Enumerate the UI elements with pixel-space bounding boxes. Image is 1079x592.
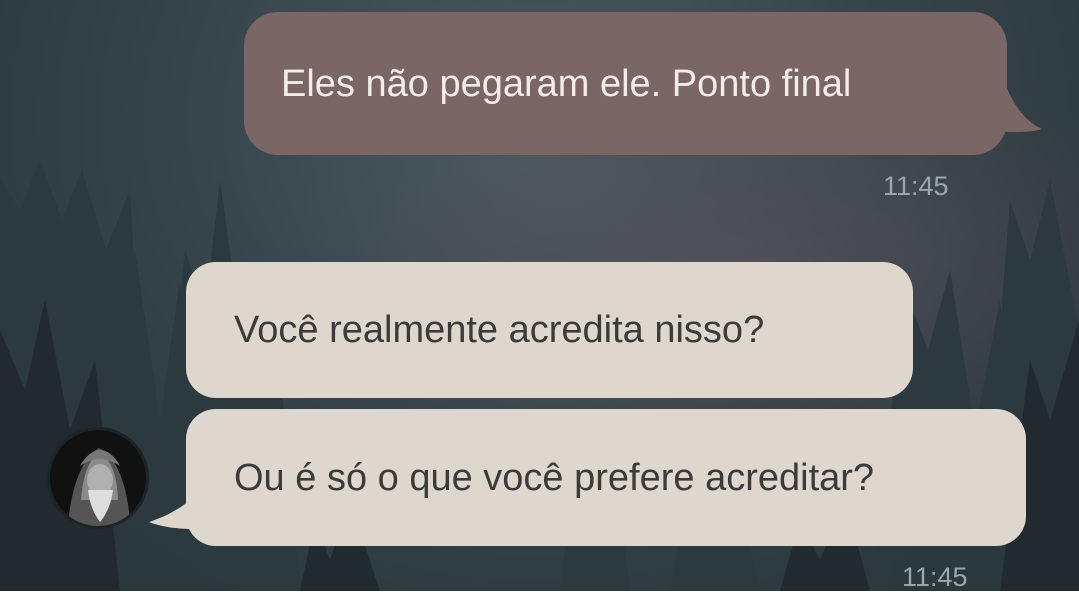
message-text: Você realmente acredita nisso? [234, 309, 765, 351]
incoming-message-bubble[interactable]: Você realmente acredita nisso? [186, 262, 913, 398]
message-text: Eles não pegaram ele. Ponto final [281, 62, 852, 105]
outgoing-message-bubble[interactable]: Eles não pegaram ele. Ponto final [244, 12, 1007, 155]
incoming-message-bubble[interactable]: Ou é só o que você prefere acreditar? [186, 409, 1026, 546]
message-timestamp: 11:45 [883, 171, 949, 201]
message-text: Ou é só o que você prefere acreditar? [234, 456, 875, 499]
hooded-person-icon [50, 430, 146, 526]
message-timestamp: 11:45 [902, 562, 968, 592]
contact-avatar[interactable] [47, 427, 149, 529]
outgoing-message-tail [982, 75, 1042, 132]
